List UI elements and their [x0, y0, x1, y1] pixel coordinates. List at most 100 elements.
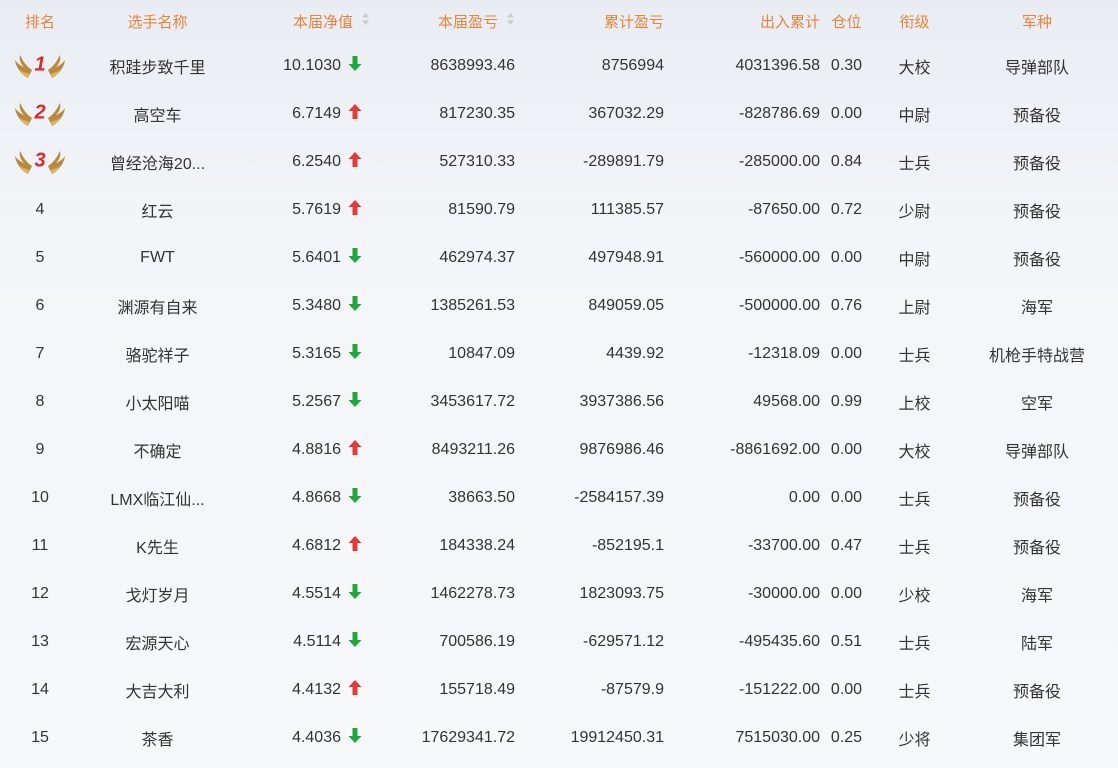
- cum-profit-value: 367032.29: [588, 105, 664, 122]
- profit-value: 17629341.72: [421, 729, 515, 746]
- cum-profit-value: 3937386.56: [579, 393, 664, 410]
- position-value: 0.76: [830, 297, 863, 314]
- table-row[interactable]: 5 FWT 5.6401 462974.37 497948.91 -560000.…: [0, 234, 1118, 282]
- table-row[interactable]: 2 高空车 6.7149 817230.35 367032.29 -828786…: [0, 90, 1118, 138]
- player-name[interactable]: 茶香: [80, 726, 235, 750]
- rank-number: 1: [34, 53, 46, 76]
- flow-value: -828786.69: [739, 105, 820, 122]
- table-row[interactable]: 4 红云 5.7619 81590.79 111385.57 -87650.00 …: [0, 186, 1118, 234]
- grade-value: 中尉: [898, 252, 931, 269]
- arrow-down-icon: [348, 488, 364, 508]
- nav-cell: 5.3480: [235, 296, 370, 316]
- player-name[interactable]: 高空车: [80, 102, 235, 126]
- grade-value: 士兵: [898, 684, 931, 701]
- profit-value: 184338.24: [439, 537, 515, 554]
- nav-value: 4.8816: [292, 441, 341, 458]
- cum-profit-value: 111385.57: [590, 201, 664, 218]
- flow-value: -8861692.00: [730, 441, 820, 458]
- nav-value: 5.2567: [292, 393, 341, 410]
- profit-value: 700586.19: [439, 633, 515, 650]
- table-row[interactable]: 12 戈灯岁月 4.5514 1462278.73 1823093.75 -300…: [0, 570, 1118, 618]
- nav-value: 5.7619: [292, 201, 341, 218]
- sort-icon[interactable]: [361, 12, 370, 30]
- header-nav-sortable[interactable]: 本届净值: [235, 11, 370, 32]
- table-row[interactable]: 10 LMX临江仙... 4.8668 38663.50 -2584157.39 …: [0, 474, 1118, 522]
- table-row[interactable]: 6 渊源有自来 5.3480 1385261.53 849059.05 -5000…: [0, 282, 1118, 330]
- nav-cell: 10.1030: [235, 56, 370, 76]
- grade-value: 士兵: [898, 492, 931, 509]
- grade-value: 大校: [898, 444, 931, 461]
- table-row[interactable]: 7 骆驼祥子 5.3165 10847.09 4439.92 -12318.09 …: [0, 330, 1118, 378]
- player-name[interactable]: K先生: [80, 534, 235, 558]
- header-profit-sortable[interactable]: 本届盈亏: [370, 11, 517, 32]
- cum-profit-value: 1823093.75: [579, 585, 664, 602]
- nav-cell: 4.5514: [235, 584, 370, 604]
- grade-value: 士兵: [898, 348, 931, 365]
- grade-value: 士兵: [898, 156, 931, 173]
- cum-profit-value: 19912450.31: [570, 729, 664, 746]
- table-row[interactable]: 13 宏源天心 4.5114 700586.19 -629571.12 -4954…: [0, 618, 1118, 666]
- cum-profit-value: -852195.1: [591, 537, 664, 554]
- table-body: 1 积跬步致千里 10.1030 8638993.46 8756994 4031…: [0, 42, 1118, 762]
- table-row[interactable]: 3 曾经沧海20... 6.2540 527310.33 -289891.79 …: [0, 138, 1118, 186]
- cum-profit-value: 4439.92: [606, 345, 664, 362]
- flow-value: -87650.00: [747, 201, 820, 218]
- flow-value: 7515030.00: [735, 729, 820, 746]
- nav-value: 5.3480: [292, 297, 341, 314]
- player-name[interactable]: 骆驼祥子: [80, 342, 235, 366]
- player-name[interactable]: 小太阳喵: [80, 390, 235, 414]
- grade-value: 少尉: [898, 204, 931, 221]
- table-row[interactable]: 14 大吉大利 4.4132 155718.49 -87579.9 -151222…: [0, 666, 1118, 714]
- nav-cell: 5.2567: [235, 392, 370, 412]
- profit-value: 817230.35: [439, 105, 515, 122]
- table-row[interactable]: 1 积跬步致千里 10.1030 8638993.46 8756994 4031…: [0, 42, 1118, 90]
- grade-value: 大校: [898, 60, 931, 77]
- profit-value: 10847.09: [448, 345, 515, 362]
- flow-value: -500000.00: [739, 297, 820, 314]
- flow-value: 0.00: [788, 489, 820, 506]
- header-rank: 排名: [24, 13, 55, 31]
- rank-number: 4: [35, 201, 45, 218]
- nav-value: 4.4132: [292, 681, 341, 698]
- arm-value: 机枪手特战营: [988, 348, 1085, 365]
- rank-medal-icon: 2: [12, 99, 68, 129]
- profit-value: 3453617.72: [430, 393, 515, 410]
- position-value: 0.47: [830, 537, 863, 554]
- table-row[interactable]: 8 小太阳喵 5.2567 3453617.72 3937386.56 49568…: [0, 378, 1118, 426]
- sort-icon[interactable]: [506, 12, 515, 30]
- nav-cell: 5.7619: [235, 200, 370, 220]
- nav-value: 4.8668: [292, 489, 341, 506]
- player-name[interactable]: LMX临江仙...: [80, 486, 235, 510]
- player-name[interactable]: 红云: [80, 198, 235, 222]
- arm-value: 预备役: [1012, 204, 1061, 221]
- table-row[interactable]: 11 K先生 4.6812 184338.24 -852195.1 -33700.…: [0, 522, 1118, 570]
- player-name[interactable]: 不确定: [80, 438, 235, 462]
- ranking-table: 排名 选手名称 本届净值 本届盈亏 累计盈亏 出入累计 仓位 衔级 军种 1 积…: [0, 0, 1118, 762]
- grade-value: 中尉: [898, 108, 931, 125]
- position-value: 0.00: [830, 585, 863, 602]
- nav-cell: 4.5114: [235, 632, 370, 652]
- cum-profit-value: -629571.12: [583, 633, 664, 650]
- rank-number: 15: [31, 729, 49, 746]
- player-name[interactable]: 渊源有自来: [80, 294, 235, 318]
- rank-number: 9: [35, 441, 45, 458]
- header-name: 选手名称: [127, 13, 188, 31]
- player-name[interactable]: 积跬步致千里: [80, 54, 235, 78]
- table-row[interactable]: 9 不确定 4.8816 8493211.26 9876986.46 -88616…: [0, 426, 1118, 474]
- cum-profit-value: 9876986.46: [579, 441, 664, 458]
- arrow-up-icon: [348, 440, 364, 460]
- grade-value: 士兵: [898, 540, 931, 557]
- player-name[interactable]: 大吉大利: [80, 678, 235, 702]
- flow-value: 4031396.58: [735, 57, 820, 74]
- table-row[interactable]: 15 茶香 4.4036 17629341.72 19912450.31 7515…: [0, 714, 1118, 762]
- player-name[interactable]: 曾经沧海20...: [80, 150, 235, 174]
- player-name[interactable]: FWT: [80, 249, 235, 267]
- nav-value: 4.4036: [292, 729, 341, 746]
- arrow-down-icon: [348, 584, 364, 604]
- nav-cell: 5.6401: [235, 248, 370, 268]
- player-name[interactable]: 宏源天心: [80, 630, 235, 654]
- arrow-down-icon: [348, 248, 364, 268]
- player-name[interactable]: 戈灯岁月: [80, 582, 235, 606]
- arrow-up-icon: [348, 104, 364, 124]
- arrow-up-icon: [348, 152, 364, 172]
